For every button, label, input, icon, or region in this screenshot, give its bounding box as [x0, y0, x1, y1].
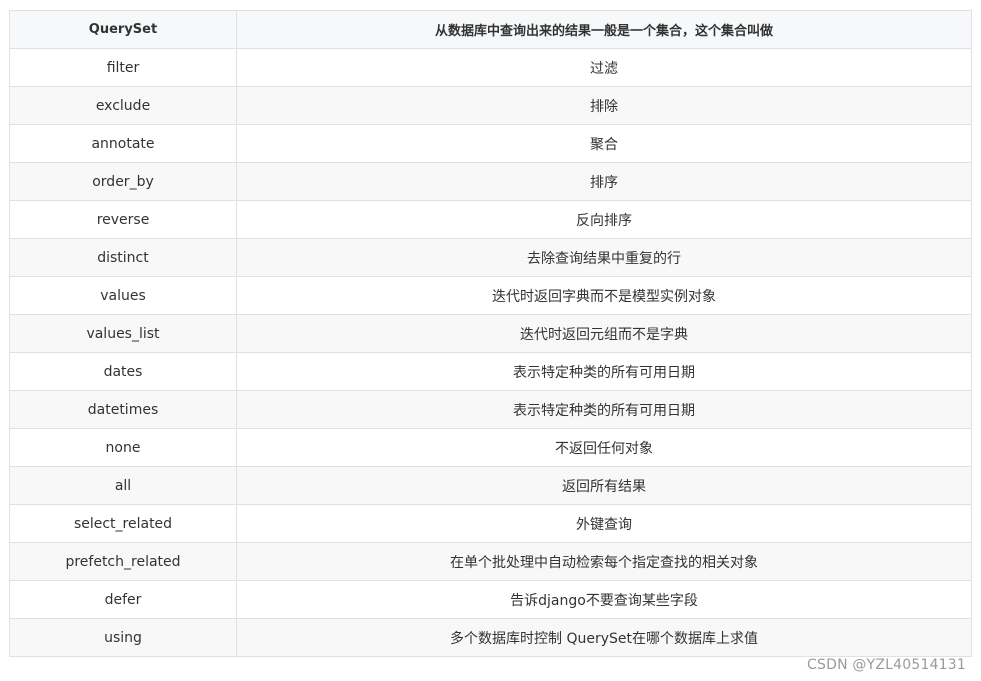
table-row: distinct 去除查询结果中重复的行 [9, 238, 972, 277]
method-cell: all [9, 466, 237, 505]
description-cell: 聚合 [236, 124, 972, 163]
method-cell: datetimes [9, 390, 237, 429]
description-cell: 不返回任何对象 [236, 428, 972, 467]
table-row: defer 告诉django不要查询某些字段 [9, 580, 972, 619]
method-cell: using [9, 618, 237, 657]
description-cell: 去除查询结果中重复的行 [236, 238, 972, 277]
method-cell: values [9, 276, 237, 315]
description-cell: 反向排序 [236, 200, 972, 239]
description-cell: 迭代时返回元组而不是字典 [236, 314, 972, 353]
watermark-text: CSDN @YZL40514131 [807, 657, 966, 673]
method-cell: prefetch_related [9, 542, 237, 581]
table-row: all 返回所有结果 [9, 466, 972, 505]
table-row: using 多个数据库时控制 QuerySet在哪个数据库上求值 [9, 618, 972, 657]
method-cell: annotate [9, 124, 237, 163]
description-cell: 表示特定种类的所有可用日期 [236, 390, 972, 429]
description-cell: 排除 [236, 86, 972, 125]
table-row: annotate 聚合 [9, 124, 972, 163]
table-row: values 迭代时返回字典而不是模型实例对象 [9, 276, 972, 315]
table-row: dates 表示特定种类的所有可用日期 [9, 352, 972, 391]
method-cell: order_by [9, 162, 237, 201]
table-header-row: QuerySet 从数据库中查询出来的结果一般是一个集合，这个集合叫做 [9, 10, 972, 49]
table-row: none 不返回任何对象 [9, 428, 972, 467]
method-cell: dates [9, 352, 237, 391]
description-cell: 返回所有结果 [236, 466, 972, 505]
header-method: QuerySet [9, 10, 237, 49]
description-cell: 迭代时返回字典而不是模型实例对象 [236, 276, 972, 315]
table-row: prefetch_related 在单个批处理中自动检索每个指定查找的相关对象 [9, 542, 972, 581]
description-cell: 外键查询 [236, 504, 972, 543]
method-cell: select_related [9, 504, 237, 543]
method-cell: defer [9, 580, 237, 619]
method-cell: distinct [9, 238, 237, 277]
header-description: 从数据库中查询出来的结果一般是一个集合，这个集合叫做 [236, 10, 972, 49]
description-cell: 在单个批处理中自动检索每个指定查找的相关对象 [236, 542, 972, 581]
method-cell: filter [9, 48, 237, 87]
description-cell: 表示特定种类的所有可用日期 [236, 352, 972, 391]
method-cell: exclude [9, 86, 237, 125]
table-row: select_related 外键查询 [9, 504, 972, 543]
table-row: reverse 反向排序 [9, 200, 972, 239]
queryset-methods-table: QuerySet 从数据库中查询出来的结果一般是一个集合，这个集合叫做 filt… [9, 10, 972, 657]
queryset-table-container: QuerySet 从数据库中查询出来的结果一般是一个集合，这个集合叫做 filt… [9, 10, 972, 657]
description-cell: 告诉django不要查询某些字段 [236, 580, 972, 619]
description-cell: 排序 [236, 162, 972, 201]
method-cell: reverse [9, 200, 237, 239]
table-row: values_list 迭代时返回元组而不是字典 [9, 314, 972, 353]
method-cell: none [9, 428, 237, 467]
table-row: filter 过滤 [9, 48, 972, 87]
method-cell: values_list [9, 314, 237, 353]
description-cell: 过滤 [236, 48, 972, 87]
table-row: datetimes 表示特定种类的所有可用日期 [9, 390, 972, 429]
description-cell: 多个数据库时控制 QuerySet在哪个数据库上求值 [236, 618, 972, 657]
table-row: order_by 排序 [9, 162, 972, 201]
table-row: exclude 排除 [9, 86, 972, 125]
